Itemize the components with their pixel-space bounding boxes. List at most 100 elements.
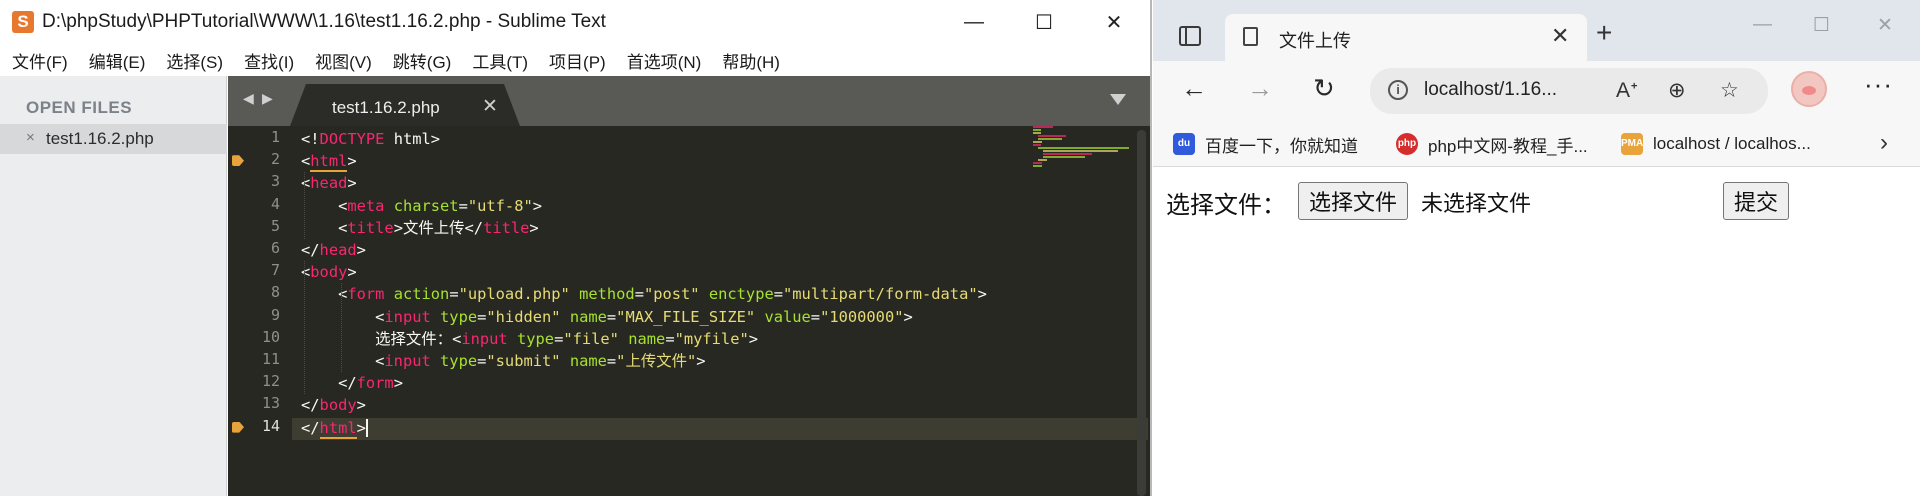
forward-icon[interactable]: →	[1247, 73, 1273, 104]
code-line[interactable]: <title>文件上传</title>	[301, 217, 539, 239]
submit-button[interactable]: 提交	[1723, 182, 1790, 220]
text-caret	[365, 418, 368, 437]
minimap-line	[1037, 147, 1129, 149]
new-tab-button[interactable]: +	[1596, 17, 1612, 49]
browser-maximize-button[interactable]: ☐	[1813, 14, 1830, 37]
address-bar[interactable]: i localhost/1.16... Aᐩ ⊕ ☆	[1370, 68, 1768, 114]
bookmark-label: 百度一下，你就知道	[1205, 136, 1358, 156]
minimap[interactable]	[1033, 126, 1143, 176]
code-line[interactable]: <input type="submit" name="上传文件">	[301, 350, 705, 372]
tab-active-file[interactable]: test1.16.2.php ✕	[290, 84, 520, 126]
minimap-line	[1033, 129, 1041, 131]
sidebar-file-name: test1.16.2.php	[46, 129, 154, 148]
code-line[interactable]: 选择文件：<input type="file" name="myfile">	[301, 328, 758, 350]
bookmark-label: php中文网-教程_手...	[1428, 136, 1588, 156]
zoom-icon[interactable]: ⊕	[1668, 78, 1686, 103]
code-area[interactable]: <!DOCTYPE html> <html> <head> <meta charse…	[301, 126, 1061, 496]
code-line[interactable]: <body>	[301, 261, 357, 283]
menu-preferences[interactable]: 首选项(N)	[627, 48, 702, 73]
menu-help[interactable]: 帮助(H)	[722, 48, 780, 73]
sidebar-item-open-file[interactable]: × test1.16.2.php	[0, 124, 227, 154]
minimize-button[interactable]: —	[940, 4, 1008, 40]
code-editor[interactable]: 1 2 3 4 5 6 7 8 9 10 11 12 13 14 <!DOCTYPE html> <html…	[228, 126, 1150, 496]
code-line[interactable]: </html>	[301, 417, 366, 439]
code-line[interactable]: <form action="upload.php" method="post" …	[301, 283, 987, 305]
close-button[interactable]: ✕	[1080, 4, 1148, 40]
page-content: 选择文件： 选择文件 未选择文件 提交	[1153, 168, 1920, 496]
site-info-icon[interactable]: i	[1388, 80, 1408, 100]
minimap-line	[1033, 126, 1053, 128]
reload-icon[interactable]: ↻	[1313, 73, 1335, 104]
phpmyadmin-icon: PMA	[1621, 133, 1643, 155]
line-number: 5	[270, 216, 280, 235]
tab-overflow-icon[interactable]	[1110, 94, 1126, 105]
code-line[interactable]: <input type="hidden" name="MAX_FILE_SIZE…	[301, 306, 913, 328]
bookmark-label: localhost / localhos...	[1653, 134, 1811, 153]
minimap-line	[1037, 159, 1047, 161]
file-label: 选择文件：	[1166, 192, 1286, 219]
page-icon	[1243, 27, 1258, 46]
tab-scroll-right-icon[interactable]: ▶	[262, 90, 273, 107]
browser-tab-strip: 文件上传 ✕ + — ☐ ✕	[1153, 0, 1920, 61]
line-number: 1	[270, 128, 280, 146]
bookmarks-bar: du 百度一下，你就知道 php php中文网-教程_手... PMA loca…	[1153, 121, 1920, 167]
back-icon[interactable]: ←	[1181, 73, 1207, 104]
code-line[interactable]: <!DOCTYPE html>	[301, 128, 440, 150]
browser-tab-close-icon[interactable]: ✕	[1551, 23, 1569, 49]
line-number: 2	[270, 150, 280, 169]
line-number: 8	[270, 283, 280, 302]
bookmark-baidu[interactable]: du 百度一下，你就知道	[1173, 129, 1358, 159]
line-number: 4	[270, 194, 280, 213]
code-line[interactable]: </form>	[301, 372, 403, 394]
browser-close-button[interactable]: ✕	[1877, 14, 1893, 37]
menu-file[interactable]: 文件(F)	[12, 48, 68, 73]
minimap-line	[1033, 162, 1043, 164]
code-line[interactable]: </head>	[301, 239, 366, 261]
menu-goto[interactable]: 跳转(G)	[393, 48, 452, 73]
bookmark-php-cn[interactable]: php php中文网-教程_手...	[1396, 129, 1588, 159]
menu-project[interactable]: 项目(P)	[549, 48, 606, 73]
indent-guide	[341, 283, 342, 373]
sublime-titlebar: S D:\phpStudy\PHPTutorial\WWW\1.16\test1…	[0, 0, 1150, 44]
code-line[interactable]: <html>	[301, 150, 357, 173]
tab-scroll-left-icon[interactable]: ◀	[243, 90, 254, 107]
tab-close-icon[interactable]: ✕	[482, 95, 498, 118]
minimap-line	[1033, 132, 1041, 134]
php-cn-icon: php	[1396, 133, 1418, 155]
minimap-line	[1033, 144, 1041, 146]
sublime-logo-icon: S	[12, 11, 34, 33]
bookmark-phpmyadmin[interactable]: PMA localhost / localhos...	[1621, 129, 1811, 159]
tab-actions-icon[interactable]	[1179, 26, 1201, 46]
indent-guide	[304, 261, 305, 395]
editor-scrollbar[interactable]	[1137, 130, 1146, 496]
choose-file-button[interactable]: 选择文件	[1298, 182, 1409, 220]
menu-edit[interactable]: 编辑(E)	[89, 48, 146, 73]
menu-find[interactable]: 查找(I)	[244, 48, 294, 73]
minimap-line	[1037, 138, 1063, 140]
minimap-line	[1042, 150, 1118, 152]
menu-selection[interactable]: 选择(S)	[166, 48, 223, 73]
line-number: 3	[270, 172, 280, 191]
favorite-icon[interactable]: ☆	[1720, 78, 1739, 103]
minimap-line	[1042, 156, 1086, 158]
bookmarks-more-icon[interactable]: ›	[1880, 129, 1888, 157]
browser-tab[interactable]: 文件上传 ✕	[1225, 14, 1587, 61]
menu-view[interactable]: 视图(V)	[315, 48, 372, 73]
maximize-button[interactable]: ☐	[1010, 4, 1078, 40]
browser-tab-title: 文件上传	[1279, 31, 1351, 51]
code-line[interactable]: </body>	[301, 394, 366, 416]
line-gutter: 1 2 3 4 5 6 7 8 9 10 11 12 13 14	[228, 126, 292, 496]
browser-minimize-button[interactable]: —	[1753, 14, 1772, 36]
sublime-window: S D:\phpStudy\PHPTutorial\WWW\1.16\test1…	[0, 0, 1152, 496]
profile-avatar[interactable]	[1791, 71, 1827, 107]
close-file-icon[interactable]: ×	[26, 129, 35, 146]
minimap-line	[1033, 141, 1043, 143]
minimap-line	[1042, 153, 1092, 155]
read-aloud-icon[interactable]: Aᐩ	[1616, 78, 1638, 103]
more-menu-icon[interactable]: ···	[1864, 69, 1893, 100]
code-line[interactable]: <head>	[301, 172, 357, 194]
code-line[interactable]: <meta charset="utf-8">	[301, 195, 542, 217]
address-url[interactable]: localhost/1.16...	[1424, 79, 1557, 101]
minimap-line	[1033, 165, 1043, 167]
menu-tools[interactable]: 工具(T)	[472, 48, 528, 73]
